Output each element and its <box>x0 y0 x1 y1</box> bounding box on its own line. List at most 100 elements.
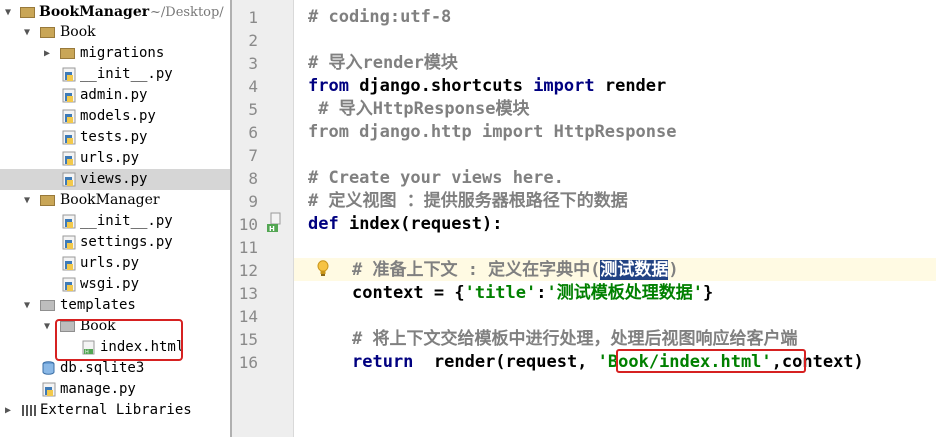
tree-item-label: settings.py <box>80 234 173 250</box>
svg-text:H: H <box>269 225 275 233</box>
expand-arrow-icon[interactable]: ▼ <box>22 295 32 316</box>
lightbulb-intention-icon[interactable] <box>316 260 330 277</box>
tree-file-settings[interactable]: settings.py <box>0 232 230 253</box>
code-text: render(request, <box>413 352 598 372</box>
keyword: from <box>308 76 349 96</box>
folder-icon <box>40 195 55 206</box>
line-number: 5 <box>248 100 258 119</box>
tree-item-label: urls.py <box>80 150 140 166</box>
code-text: } <box>702 283 714 303</box>
tree-file-init-2[interactable]: __init__.py <box>0 211 230 232</box>
code-line-9: # 定义视图 ：提供服务器根路径下的数据 <box>308 191 628 211</box>
tree-item-label: models.py <box>80 108 156 124</box>
tree-file-urls[interactable]: urls.py <box>0 148 230 169</box>
tree-folder-bookmanager[interactable]: ▼ BookManager <box>0 190 230 211</box>
python-file-icon <box>62 256 76 271</box>
line-number: 10 <box>238 215 258 234</box>
tree-file-wsgi[interactable]: wsgi.py <box>0 274 230 295</box>
code-line-15: # 将上下文交给模板中进行处理，处理后视图响应给客户端 <box>352 329 798 349</box>
collapsed-arrow-icon[interactable]: ▶ <box>42 43 52 64</box>
tree-file-admin[interactable]: admin.py <box>0 85 230 106</box>
tree-file-init[interactable]: __init__.py <box>0 64 230 85</box>
python-file-icon <box>62 130 76 145</box>
code-line-4: from django.shortcuts import render <box>308 75 666 98</box>
line-number: 8 <box>248 169 258 188</box>
python-file-icon <box>62 172 76 187</box>
highlight-box-index-html <box>55 319 183 361</box>
code-line-3: # 导入render模块 <box>308 53 458 73</box>
code-line-1: # coding:utf-8 <box>308 7 452 27</box>
string-literal: '测试模板处理数据' <box>546 283 703 303</box>
line-number: 15 <box>238 330 258 349</box>
tree-root-label: BookManager <box>39 4 150 20</box>
line-number: 14 <box>238 307 258 326</box>
code-text: context = { <box>352 283 465 303</box>
tree-item-label: BookManager <box>60 192 160 208</box>
code-line-13: context = {'title':'测试模板处理数据'} <box>352 282 713 305</box>
code-line-8: # Create your views here. <box>308 168 564 188</box>
tree-item-label: wsgi.py <box>80 276 140 292</box>
python-file-icon <box>62 277 76 292</box>
tree-root-path: ~/Desktop/ <box>150 5 224 20</box>
collapsed-arrow-icon[interactable]: ▶ <box>3 400 13 421</box>
line-number: 2 <box>248 31 258 50</box>
tree-file-models[interactable]: models.py <box>0 106 230 127</box>
line-number: 7 <box>248 146 258 165</box>
keyword: def <box>308 214 339 234</box>
tree-item-label: urls.py <box>80 255 140 271</box>
code-text: # 准备上下文 : 定义在字典中( <box>352 260 601 280</box>
tree-folder-migrations[interactable]: ▶ migrations <box>0 43 230 64</box>
tree-item-label: db.sqlite3 <box>60 360 145 376</box>
tree-folder-templates[interactable]: ▼ templates <box>0 295 230 316</box>
tree-item-label: manage.py <box>60 381 136 397</box>
template-navigation-icon[interactable]: H <box>266 212 284 234</box>
tree-file-db[interactable]: db.sqlite3 <box>0 358 230 379</box>
python-file-icon <box>62 214 76 229</box>
line-number: 6 <box>248 123 258 142</box>
line-number: 9 <box>248 192 258 211</box>
line-number: 3 <box>248 54 258 73</box>
database-icon <box>42 361 55 375</box>
line-number: 11 <box>238 238 258 257</box>
python-file-icon <box>42 382 56 397</box>
tree-item-label: __init__.py <box>80 66 173 82</box>
python-file-icon <box>62 109 76 124</box>
python-file-icon <box>62 88 76 103</box>
python-file-icon <box>62 151 76 166</box>
code-line-5: # 导入HttpResponse模块 <box>308 99 530 119</box>
expand-arrow-icon[interactable]: ▼ <box>42 316 52 337</box>
keyword: return <box>352 352 414 372</box>
tree-item-label: tests.py <box>80 129 148 145</box>
tree-item-label: __init__.py <box>80 213 173 229</box>
code-text: : <box>536 283 547 303</box>
code-line-10: def index(request): <box>308 213 502 236</box>
keyword: import <box>533 76 595 96</box>
expand-arrow-icon[interactable]: ▼ <box>22 22 32 43</box>
expand-arrow-icon[interactable]: ▼ <box>22 190 32 211</box>
folder-icon <box>20 7 35 18</box>
tree-item-label: migrations <box>80 45 165 61</box>
selected-text: 测试数据 <box>600 260 669 280</box>
code-line-6: from django.http import HttpResponse <box>308 122 677 142</box>
tree-file-views-selected[interactable]: views.py <box>0 169 230 190</box>
tree-file-manage[interactable]: manage.py <box>0 379 230 400</box>
line-number: 1 <box>248 8 258 27</box>
tree-folder-book[interactable]: ▼ Book <box>0 22 230 43</box>
python-file-icon <box>62 67 76 82</box>
code-text: django.shortcuts <box>348 76 534 96</box>
highlight-box-template-path <box>616 349 806 373</box>
tree-external-libraries[interactable]: ▶ External Libraries <box>0 400 230 421</box>
project-tree-panel: ▼ BookManager ~/Desktop/ ▼ Book ▶ migrat… <box>0 0 230 437</box>
line-number: 12 <box>238 261 258 280</box>
tree-file-tests[interactable]: tests.py <box>0 127 230 148</box>
library-icon <box>22 405 36 416</box>
folder-icon <box>40 300 55 311</box>
line-number: 16 <box>238 353 258 372</box>
tree-file-urls-2[interactable]: urls.py <box>0 253 230 274</box>
expand-arrow-icon[interactable]: ▼ <box>3 2 13 23</box>
tree-item-label: views.py <box>80 171 148 187</box>
tree-item-label: admin.py <box>80 87 148 103</box>
code-text: ) <box>668 260 679 280</box>
tree-root-bookmanager[interactable]: ▼ BookManager ~/Desktop/ <box>0 2 230 23</box>
tree-item-label: External Libraries <box>40 402 192 418</box>
